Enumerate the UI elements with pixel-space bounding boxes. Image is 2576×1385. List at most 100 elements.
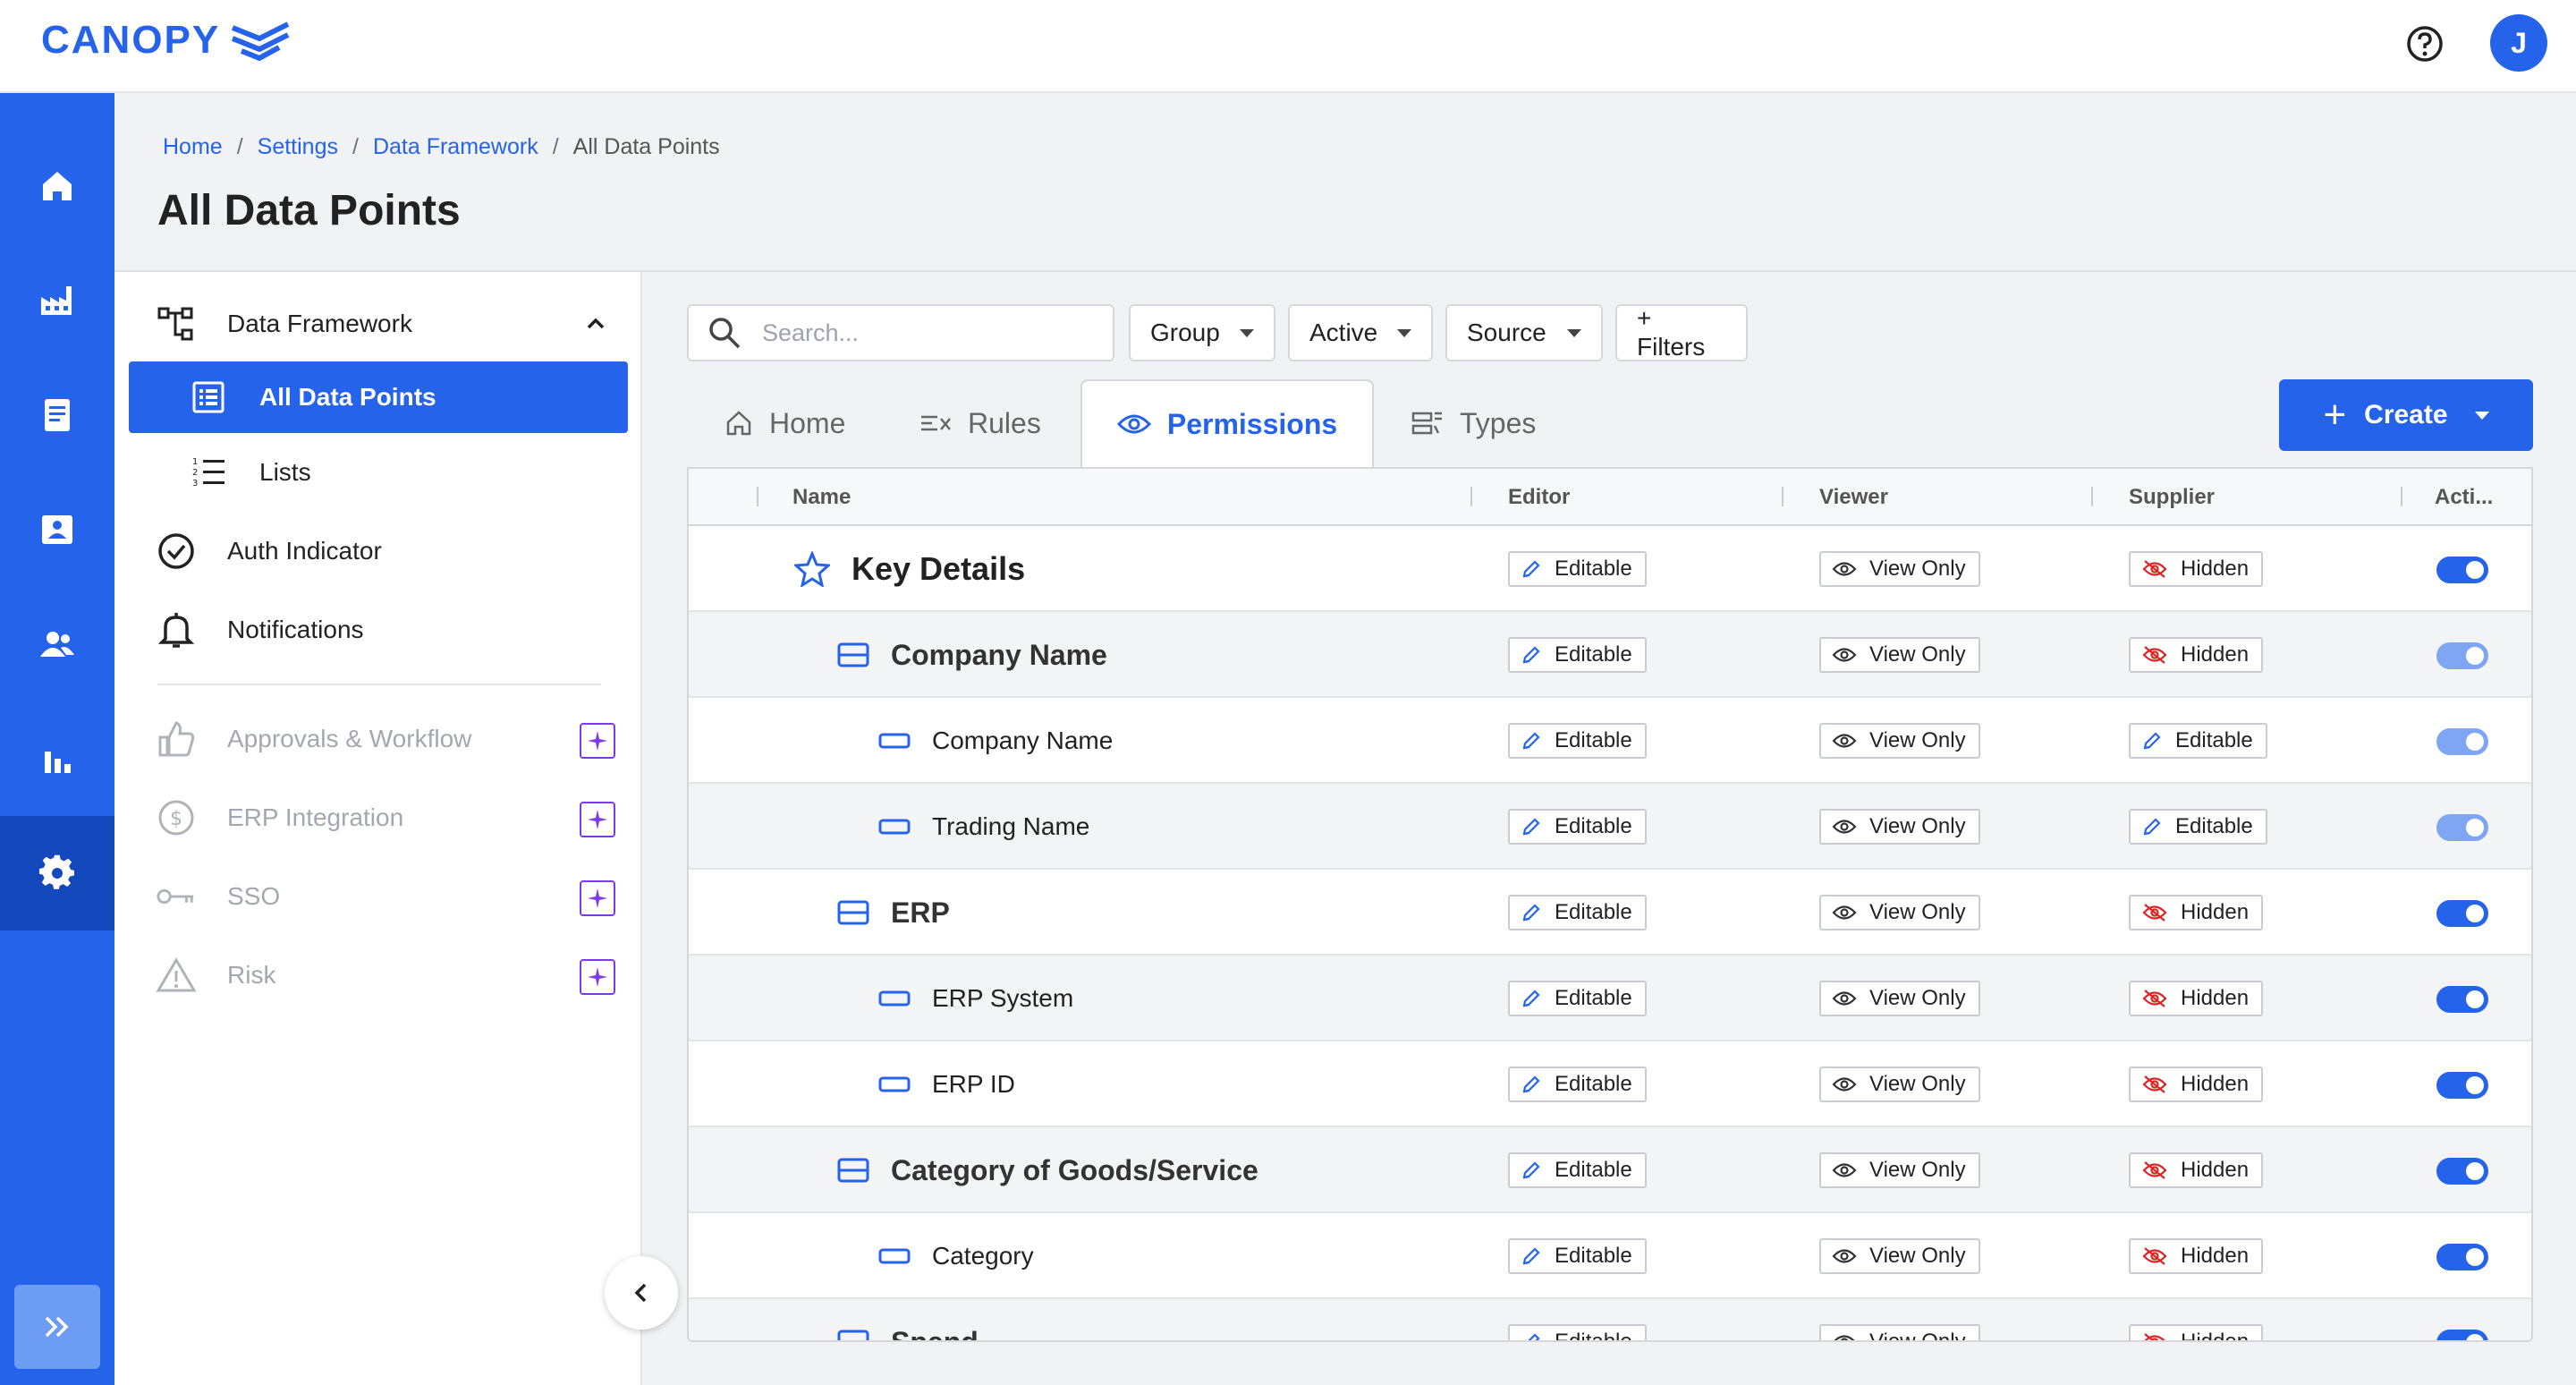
eye-icon [1832,1249,1857,1263]
table-row[interactable]: Category Editable View Only Hidden [689,1213,2531,1299]
subnav-erp-integration[interactable]: $ ERP Integration [129,782,630,854]
subnav-data-framework[interactable]: Data Framework [129,288,630,360]
column-header-editor[interactable]: Editor [1508,485,1570,510]
search-input[interactable] [762,319,1102,347]
subnav-risk[interactable]: Risk [129,939,630,1011]
supplier-permission-chip[interactable]: Hidden [2129,1066,2264,1102]
tab-rules[interactable]: Rules [919,379,1041,467]
table-row[interactable]: ERP ID Editable View Only Hidden [689,1041,2531,1127]
column-header-supplier[interactable]: Supplier [2129,485,2215,510]
subnav-sso[interactable]: SSO [129,861,630,932]
supplier-permission-chip[interactable]: Editable [2129,723,2267,759]
active-toggle[interactable] [2436,900,2488,927]
caret-down-icon[interactable] [2474,411,2489,420]
viewer-permission-chip[interactable]: View Only [1819,551,1980,587]
tab-permissions[interactable]: Permissions [1080,379,1374,467]
active-toggle[interactable] [2436,1244,2488,1270]
create-button[interactable]: + Create [2279,379,2533,451]
active-toggle[interactable] [2436,728,2488,755]
help-icon[interactable] [2406,25,2444,63]
subnav-approvals-workflow[interactable]: Approvals & Workflow [129,703,630,775]
ai-feature-badge [580,723,615,759]
subnav-auth-indicator[interactable]: Auth Indicator [129,515,630,587]
subnav-lists[interactable]: 123 Lists [129,437,630,508]
rail-analytics[interactable] [0,701,114,816]
rail-home[interactable] [0,129,114,243]
breadcrumb-home[interactable]: Home [163,134,223,160]
viewer-permission-chip[interactable]: View Only [1819,895,1980,930]
chevron-left-icon [634,1283,647,1303]
editor-permission-label: Editable [1555,1330,1632,1342]
breadcrumb-data-framework[interactable]: Data Framework [373,134,538,160]
supplier-permission-chip[interactable]: Hidden [2129,1324,2264,1340]
active-filter-dropdown[interactable]: Active [1288,304,1433,361]
active-toggle[interactable] [2436,557,2488,583]
rail-users[interactable] [0,587,114,701]
source-filter-dropdown[interactable]: Source [1445,304,1603,361]
breadcrumb-settings[interactable]: Settings [258,134,338,160]
column-header-name[interactable]: Name [792,485,851,510]
supplier-permission-chip[interactable]: Hidden [2129,1238,2264,1274]
supplier-permission-chip[interactable]: Hidden [2129,895,2264,930]
table-row[interactable]: Spend Editable View Only Hidden [689,1299,2531,1342]
editor-permission-chip[interactable]: Editable [1508,637,1647,673]
table-row[interactable]: Key Details Editable View Only Hidden [689,526,2531,612]
table-row[interactable]: Category of Goods/Service Editable View On… [689,1127,2531,1213]
rail-documents[interactable] [0,358,114,472]
active-toggle[interactable] [2436,1330,2488,1340]
active-toggle[interactable] [2436,986,2488,1013]
viewer-permission-chip[interactable]: View Only [1819,1324,1980,1342]
ai-feature-badge [580,880,615,916]
viewer-permission-chip[interactable]: View Only [1819,809,1980,845]
supplier-permission-chip[interactable]: Editable [2129,809,2267,845]
viewer-permission-chip[interactable]: View Only [1819,723,1980,759]
collapse-sidebar-button[interactable] [605,1256,678,1330]
viewer-permission-chip[interactable]: View Only [1819,1238,1980,1274]
viewer-permission-chip[interactable]: View Only [1819,637,1980,673]
add-filters-button[interactable]: + Filters [1615,304,1748,361]
viewer-permission-label: View Only [1869,1330,1966,1342]
editor-permission-chip[interactable]: Editable [1508,1066,1647,1102]
viewer-permission-chip[interactable]: View Only [1819,981,1980,1016]
group-filter-dropdown[interactable]: Group [1129,304,1275,361]
supplier-permission-chip[interactable]: Hidden [2129,1152,2264,1188]
canopy-logo[interactable]: CANOPY [41,18,292,63]
rail-settings[interactable] [0,816,114,930]
subnav-notifications[interactable]: Notifications [129,594,630,666]
editor-permission-chip[interactable]: Editable [1508,1324,1647,1342]
rail-suppliers[interactable] [0,243,114,358]
editor-permission-chip[interactable]: Editable [1508,1152,1647,1188]
editor-permission-chip[interactable]: Editable [1508,809,1647,845]
field-icon [878,1248,911,1264]
tab-types[interactable]: Types [1411,379,1536,467]
supplier-permission-chip[interactable]: Hidden [2129,981,2264,1016]
editor-permission-chip[interactable]: Editable [1508,895,1647,930]
chevron-up-icon[interactable] [583,311,608,336]
supplier-permission-chip[interactable]: Hidden [2129,637,2264,673]
editor-permission-chip[interactable]: Editable [1508,981,1647,1016]
column-header-active[interactable]: Acti... [2435,485,2493,510]
add-filters-label: + Filters [1637,304,1706,361]
expand-rail-button[interactable] [14,1285,100,1369]
editor-permission-chip[interactable]: Editable [1508,723,1647,759]
viewer-permission-chip[interactable]: View Only [1819,1152,1980,1188]
active-toggle[interactable] [2436,1158,2488,1185]
avatar[interactable]: J [2490,14,2547,72]
viewer-permission-chip[interactable]: View Only [1819,1066,1980,1102]
active-toggle[interactable] [2436,1072,2488,1099]
tab-home[interactable]: Home [724,379,845,467]
rail-contacts[interactable] [0,472,114,587]
active-toggle[interactable] [2436,814,2488,841]
table-row[interactable]: Trading Name Editable View Only Editable [689,784,2531,870]
column-header-viewer[interactable]: Viewer [1819,485,1888,510]
editor-permission-chip[interactable]: Editable [1508,551,1647,587]
supplier-permission-chip[interactable]: Hidden [2129,551,2264,587]
table-row[interactable]: Company Name Editable View Only Hidden [689,612,2531,698]
subnav-all-data-points[interactable]: All Data Points [129,361,628,433]
table-row[interactable]: Company Name Editable View Only Editable [689,698,2531,784]
svg-text:3: 3 [192,479,198,489]
table-row[interactable]: ERP System Editable View Only Hidden [689,956,2531,1041]
active-toggle[interactable] [2436,642,2488,669]
table-row[interactable]: ERP Editable View Only Hidden [689,870,2531,956]
editor-permission-chip[interactable]: Editable [1508,1238,1647,1274]
